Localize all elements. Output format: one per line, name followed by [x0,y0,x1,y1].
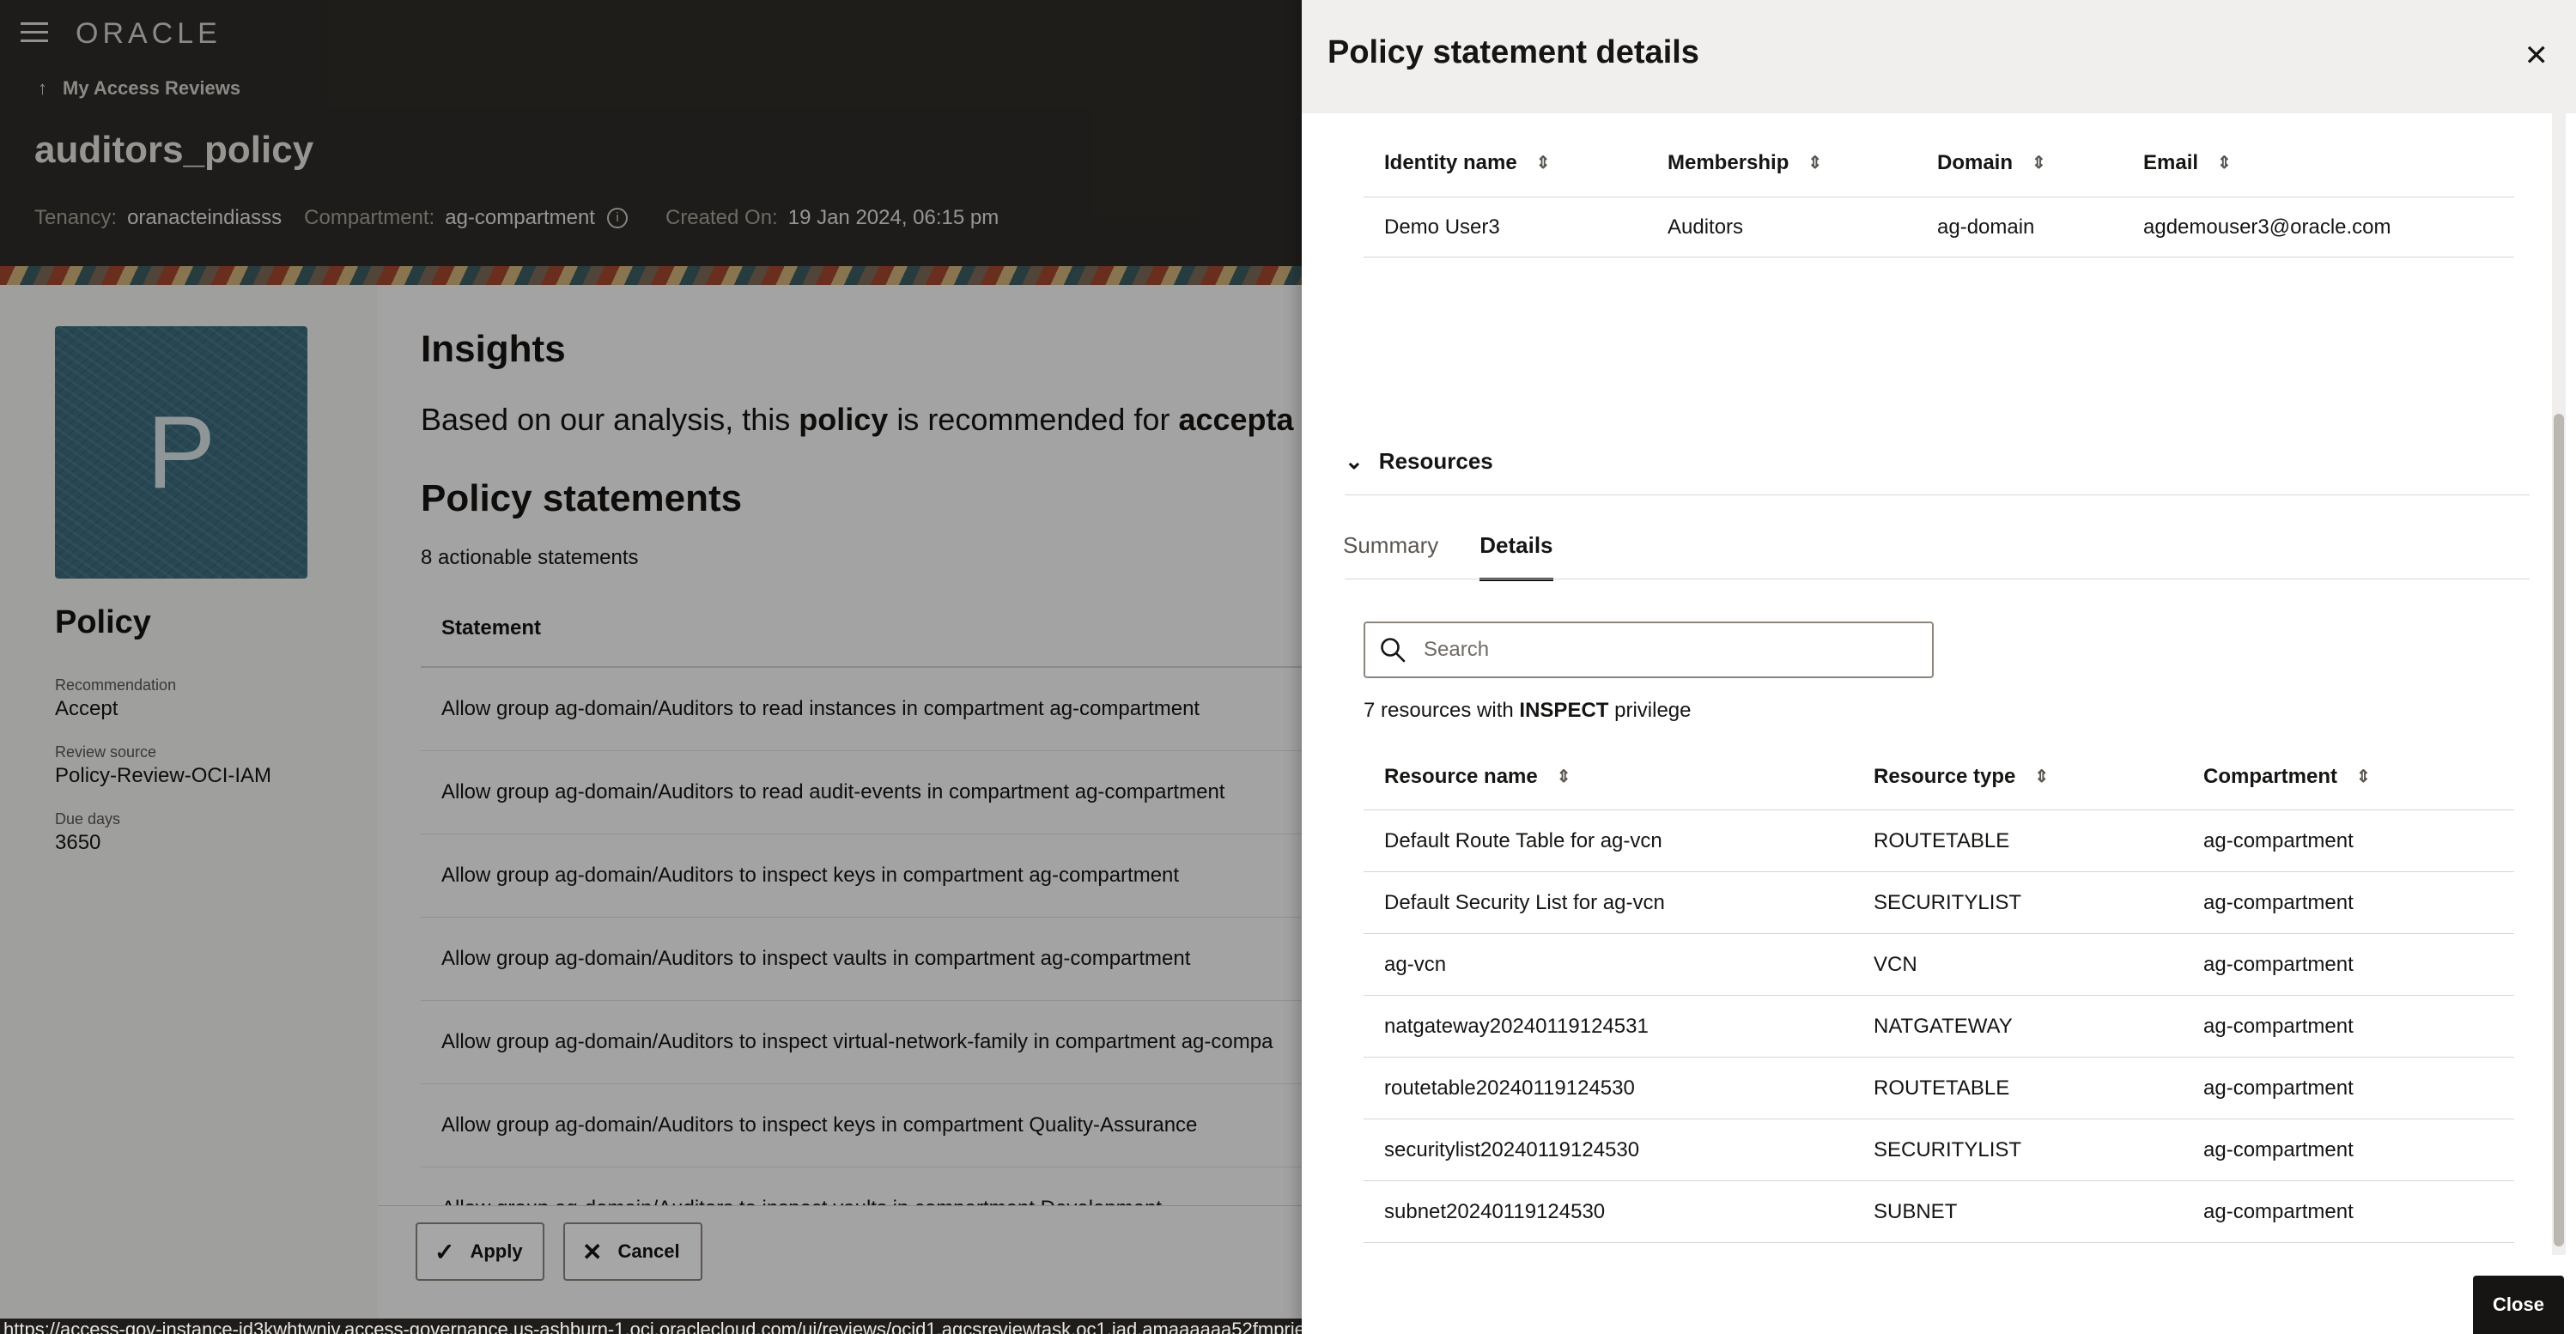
table-row: Default Route Table for ag-vcn ROUTETABLE… [1364,810,2514,872]
resources-section-label: Resources [1378,448,1493,474]
scrollbar-thumb[interactable] [2554,414,2564,1246]
resource-table: Resource name ⇕ Resource type ⇕ Compartment ⇕… [1364,743,2514,1243]
resource-cell: ag-compartment [2203,1014,2354,1038]
resource-column-header[interactable]: Resource type ⇕ [1853,765,2183,789]
sort-icon[interactable]: ⇕ [2032,152,2046,173]
identity-column-header[interactable]: Email ⇕ [2123,151,2514,175]
sort-icon[interactable]: ⇕ [1807,152,1822,173]
chevron-down-icon: ⌄ [1345,448,1364,474]
resource-column-header[interactable]: Compartment ⇕ [2183,765,2514,789]
resource-cell: ag-compartment [2203,1076,2354,1100]
policy-statement-drawer: Policy statement details ✕ Identity name… [1302,0,2576,1334]
drawer-title: Policy statement details [1327,34,1699,70]
resource-tabs: Summary Details [1343,532,1553,581]
identity-column-header[interactable]: Identity name ⇕ [1364,151,1647,175]
sort-icon[interactable]: ⇕ [1536,152,1551,173]
table-row: Demo User3 Auditors ag-domain agdemouser3@o… [1364,197,2514,258]
sort-icon[interactable]: ⇕ [2034,766,2049,787]
resource-count-pre: 7 resources with [1364,699,1514,722]
identity-column-header[interactable]: Domain ⇕ [1917,151,2123,175]
column-label: Identity name [1384,150,1517,174]
sort-icon[interactable]: ⇕ [2217,152,2232,173]
column-label: Domain [1937,150,2014,174]
identity-cell: Demo User3 [1384,215,1500,239]
column-label: Compartment [2203,764,2338,788]
identity-table: Identity name ⇕ Membership ⇕ Domain ⇕ Email ⇕ D… [1364,129,2514,258]
resource-cell: ag-compartment [2203,828,2354,852]
table-row: securitylist20240119124530 SECURITYLIST ag… [1364,1119,2514,1181]
table-row: natgateway20240119124531 NATGATEWAY ag-com… [1364,996,2514,1058]
identity-column-header[interactable]: Membership ⇕ [1647,151,1917,175]
resource-cell: VCN [1874,952,1917,976]
column-label: Membership [1668,150,1789,174]
resource-cell: ag-compartment [2203,890,2354,914]
tab-summary[interactable]: Summary [1343,532,1438,581]
resource-cell: SECURITYLIST [1874,1137,2022,1161]
table-row: subnet20240119124530 SUBNET ag-compartment [1364,1181,2514,1243]
close-button[interactable]: Close [2473,1276,2564,1334]
table-row: ag-vcn VCN ag-compartment [1364,934,2514,996]
table-row: Default Security List for ag-vcn SECURITY… [1364,872,2514,934]
resource-cell: natgateway20240119124531 [1384,1014,1649,1038]
tab-details[interactable]: Details [1479,532,1553,581]
search-icon [1381,638,1406,663]
resource-cell: subnet20240119124530 [1384,1199,1606,1223]
resource-cell: ROUTETABLE [1874,828,2010,852]
search-input[interactable] [1424,638,1905,662]
resource-cell: ag-compartment [2203,1199,2354,1223]
resource-cell: Default Security List for ag-vcn [1384,890,1665,914]
column-label: Email [2143,150,2199,174]
resource-cell: SUBNET [1874,1199,1958,1223]
resource-cell: ag-vcn [1384,952,1447,976]
resources-toggle[interactable]: ⌄ Resources [1345,448,1493,475]
resource-cell: routetable20240119124530 [1384,1076,1635,1100]
divider [1345,494,2530,495]
drawer-header: Policy statement details ✕ [1302,0,2576,113]
column-label: Resource name [1384,764,1538,788]
table-row: routetable20240119124530 ROUTETABLE ag-com… [1364,1058,2514,1119]
identity-cell: Auditors [1668,215,1744,239]
column-label: Resource type [1874,764,2016,788]
resource-count-post: privilege [1614,699,1692,722]
resource-count: 7 resources with INSPECT privilege [1364,699,1692,723]
resource-cell: Default Route Table for ag-vcn [1384,828,1662,852]
resource-search[interactable] [1364,622,1934,678]
resource-cell: ag-compartment [2203,1137,2354,1161]
sort-icon[interactable]: ⇕ [2356,766,2371,787]
resource-cell: ag-compartment [2203,952,2354,976]
resource-cell: SECURITYLIST [1874,890,2022,914]
resource-cell: securitylist20240119124530 [1384,1137,1640,1161]
identity-cell: agdemouser3@oracle.com [2143,215,2391,239]
close-icon[interactable]: ✕ [2524,41,2549,70]
resource-column-header[interactable]: Resource name ⇕ [1364,765,1853,789]
resource-count-privilege: INSPECT [1519,699,1609,722]
modal-overlay[interactable] [0,0,1302,1334]
resource-cell: NATGATEWAY [1874,1014,2013,1038]
scrollbar[interactable] [2552,113,2566,1255]
sort-icon[interactable]: ⇕ [1557,766,1571,787]
resource-cell: ROUTETABLE [1874,1076,2010,1100]
identity-cell: ag-domain [1937,215,2035,239]
